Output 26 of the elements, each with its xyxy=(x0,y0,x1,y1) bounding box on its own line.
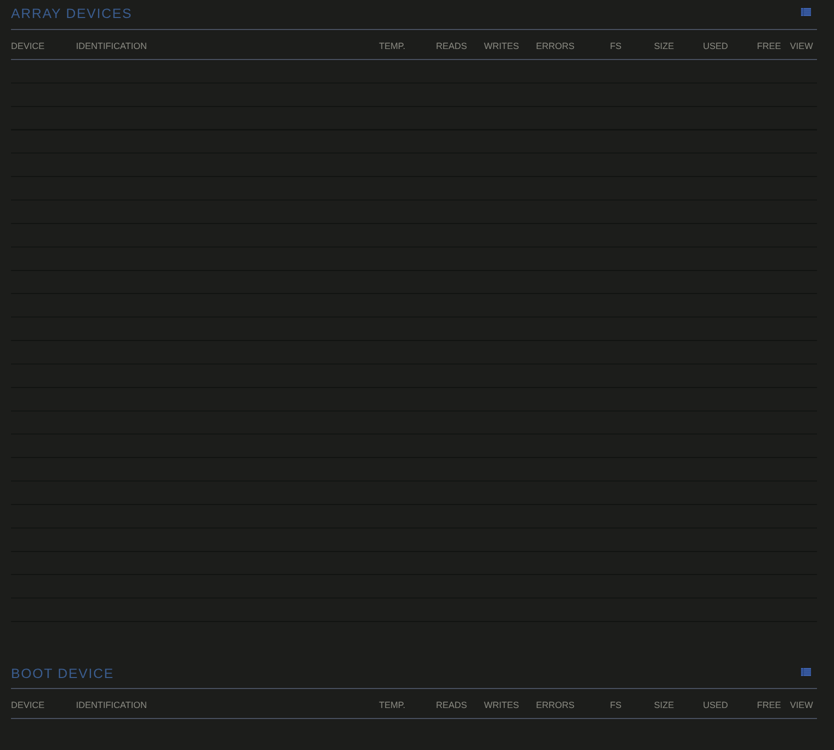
column-header: DEVICE xyxy=(11,700,45,711)
column-header: USED xyxy=(703,41,728,52)
column-header: TEMP. xyxy=(379,700,406,711)
column-header: IDENTIFICATION xyxy=(76,41,147,52)
section-title: ARRAY DEVICES xyxy=(11,5,132,22)
list-icon[interactable] xyxy=(801,8,811,16)
column-header: USED xyxy=(703,700,728,711)
column-header: WRITES xyxy=(484,700,519,711)
column-header: SIZE xyxy=(654,700,674,711)
column-header: FS xyxy=(610,41,622,52)
column-header: SIZE xyxy=(654,41,674,52)
column-header: WRITES xyxy=(484,41,519,52)
column-header: READS xyxy=(436,41,468,52)
column-header: VIEW xyxy=(790,700,814,711)
column-header: FREE xyxy=(757,41,782,52)
column-header: TEMP. xyxy=(379,41,406,52)
column-header: DEVICE xyxy=(11,41,45,52)
column-header: IDENTIFICATION xyxy=(76,700,147,711)
column-header: VIEW xyxy=(790,41,814,52)
column-header: ERRORS xyxy=(536,41,575,52)
section-title: BOOT DEVICE xyxy=(11,665,114,682)
column-header: FREE xyxy=(757,700,782,711)
column-header: READS xyxy=(436,700,468,711)
column-header: FS xyxy=(610,700,622,711)
column-header: ERRORS xyxy=(536,700,575,711)
list-icon[interactable] xyxy=(801,668,811,676)
